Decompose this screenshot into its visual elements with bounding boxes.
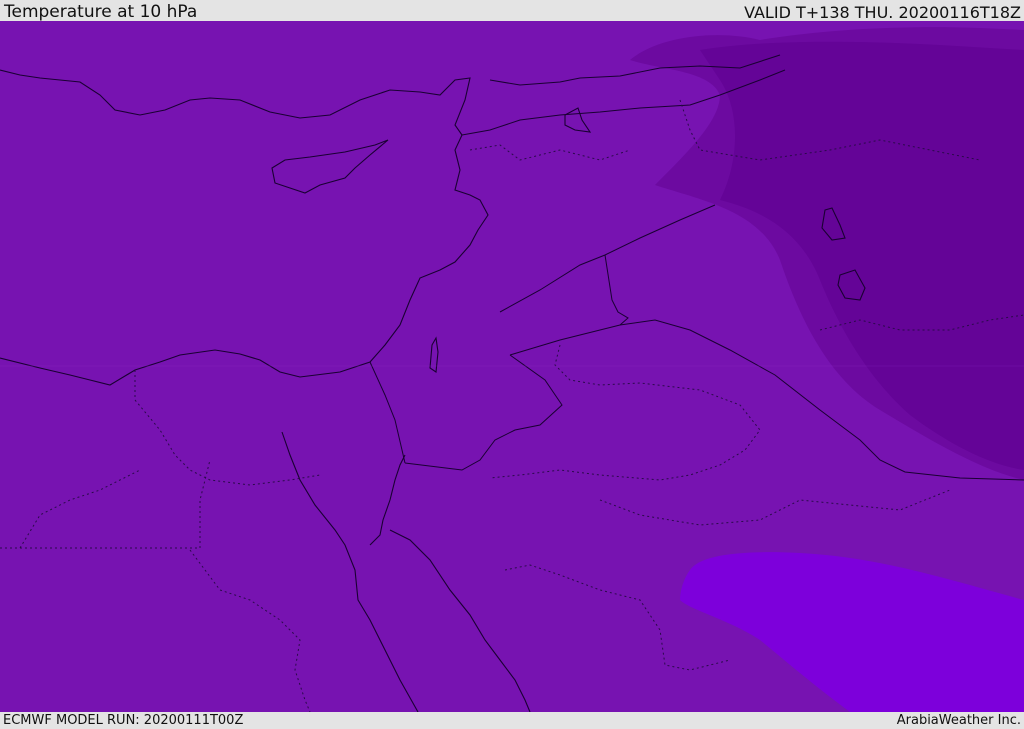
footer-bar: ECMWF MODEL RUN: 20200111T00Z ArabiaWeat… [0, 712, 1024, 729]
map-svg [0, 21, 1024, 712]
credit-label: ArabiaWeather Inc. [896, 713, 1021, 728]
model-run: ECMWF MODEL RUN: 20200111T00Z [3, 713, 244, 728]
weather-map[interactable] [0, 21, 1024, 712]
map-title: Temperature at 10 hPa [4, 2, 198, 22]
valid-time: VALID T+138 THU. 20200116T18Z [744, 3, 1021, 22]
header-bar: Temperature at 10 hPa VALID T+138 THU. 2… [0, 0, 1024, 22]
